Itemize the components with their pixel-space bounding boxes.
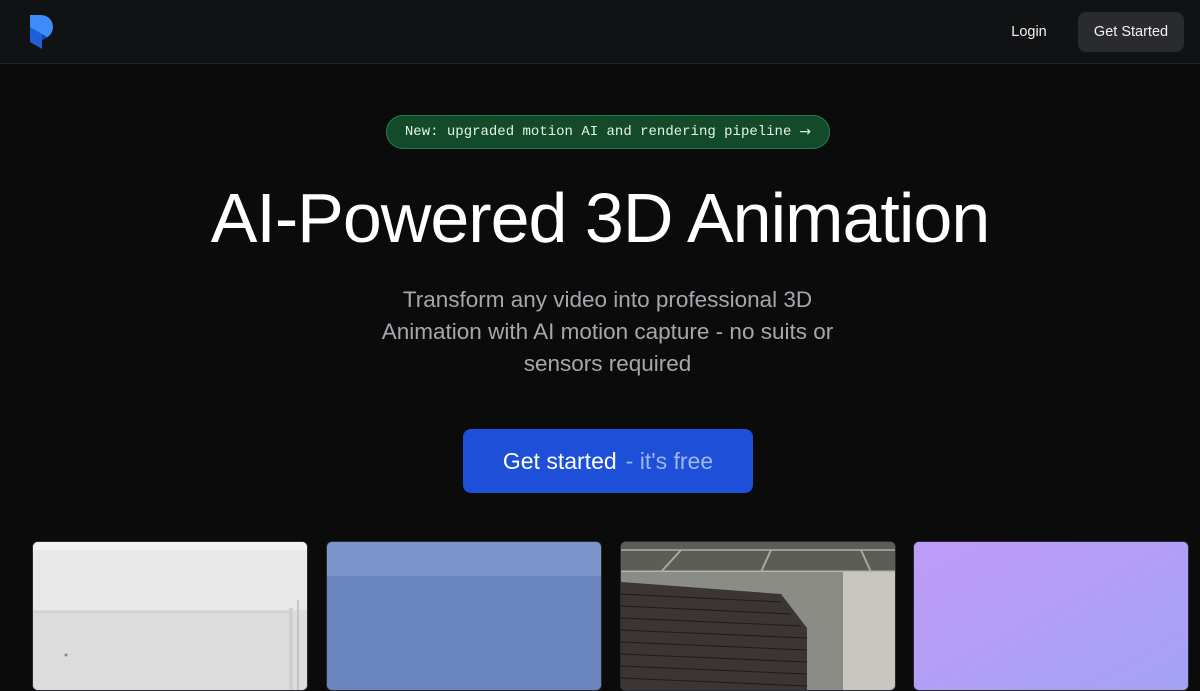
sky-image — [327, 542, 601, 690]
hero-title: AI-Powered 3D Animation — [210, 179, 991, 257]
announcement-badge[interactable]: New: upgraded motion AI and rendering pi… — [386, 115, 830, 149]
gallery-card-chimney[interactable] — [620, 541, 896, 691]
gallery-card-room[interactable] — [32, 541, 308, 691]
cta-secondary-label: - it's free — [625, 447, 714, 474]
gallery-card-gradient[interactable] — [913, 541, 1189, 691]
hero-subtitle: Transform any video into professional 3D… — [381, 287, 834, 376]
gallery-card-sky[interactable] — [326, 541, 602, 691]
top-navbar: Login Get Started — [0, 0, 1200, 64]
room-wall-image — [33, 542, 307, 690]
get-started-free-button[interactable]: Get started - it's free — [463, 429, 753, 493]
cta-primary-label: Get started — [502, 447, 617, 474]
announcement-text: New: upgraded motion AI and rendering pi… — [404, 124, 792, 140]
logo-icon[interactable] — [28, 14, 56, 50]
purple-gradient-image — [914, 542, 1188, 690]
brick-chimney-image — [621, 542, 895, 690]
arrow-right-icon: → — [799, 124, 812, 140]
get-started-nav-button[interactable]: Get Started — [1078, 12, 1184, 52]
login-link[interactable]: Login — [996, 12, 1062, 52]
